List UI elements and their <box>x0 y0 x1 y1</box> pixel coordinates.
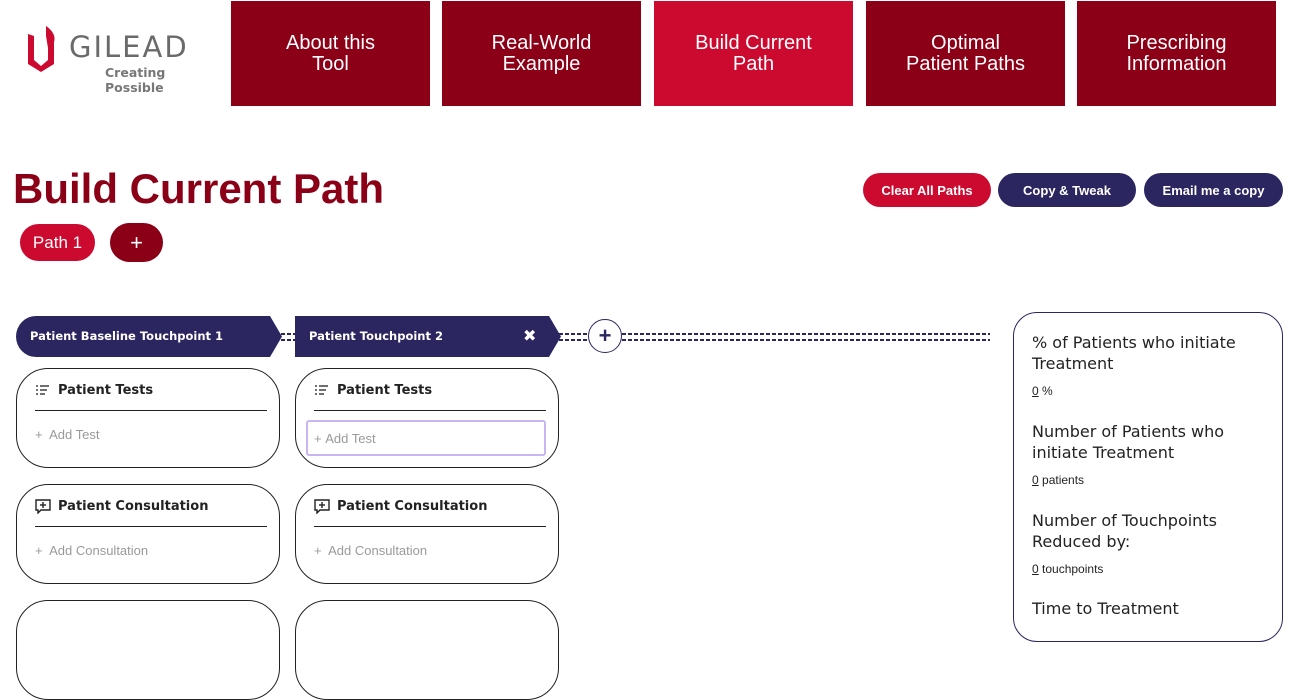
card-header: Patient Tests <box>35 383 267 411</box>
touchpoint-1-header[interactable]: Patient Baseline Touchpoint 1 <box>16 316 282 357</box>
nav-build-current-path[interactable]: Build Current Path <box>654 1 853 106</box>
close-icon[interactable]: ✖ <box>523 326 536 346</box>
gilead-logo[interactable]: GILEAD Creating Possible <box>24 26 224 95</box>
next-card-2 <box>295 600 559 700</box>
patient-tests-card-2: Patient Tests + Add Test <box>295 368 559 468</box>
stat-percent-initiate-label: % of Patients who initiate Treatment <box>1032 333 1236 373</box>
card-header: Patient Tests <box>314 383 546 411</box>
nav-prescribing-information[interactable]: Prescribing Information <box>1077 1 1276 106</box>
card-header: Patient Consultation <box>314 499 546 527</box>
add-test-label: Add Test <box>49 427 100 442</box>
clear-all-paths-button[interactable]: Clear All Paths <box>863 173 991 207</box>
add-consultation-label: Add Consultation <box>49 543 149 558</box>
stat-number-initiate-value: 0 patients <box>1032 473 1084 487</box>
stat-unit: patients <box>1042 473 1085 487</box>
card-header: Patient Consultation <box>35 499 267 527</box>
page-title: Build Current Path <box>13 165 385 212</box>
add-path-button[interactable]: + <box>110 223 163 262</box>
patient-consultation-card-2: Patient Consultation + Add Consultation <box>295 484 559 584</box>
next-card-1 <box>16 600 280 700</box>
nav-optimal-patient-paths[interactable]: Optimal Patient Paths <box>866 1 1065 106</box>
touchpoint-1-label: Patient Baseline Touchpoint 1 <box>30 329 224 343</box>
stat-unit: touchpoints <box>1042 562 1104 576</box>
add-test-label: Add Test <box>325 430 376 446</box>
stat-number: 0 <box>1032 562 1039 576</box>
stat-number-initiate-label: Number of Patients who initiate Treatmen… <box>1032 422 1225 462</box>
add-consultation-label: Add Consultation <box>328 543 428 558</box>
copy-and-tweak-button[interactable]: Copy & Tweak <box>998 173 1136 207</box>
brand-tagline: Creating Possible <box>105 65 166 95</box>
card-title: Patient Consultation <box>337 499 488 514</box>
nav-real-world-example[interactable]: Real-World Example <box>442 1 641 106</box>
plus-icon: + <box>314 543 322 558</box>
nav-about-tool[interactable]: About this Tool <box>231 1 430 106</box>
plus-icon: + <box>314 430 322 446</box>
card-title: Patient Consultation <box>58 499 209 514</box>
stat-touchpoints-reduced-value: 0 touchpoints <box>1032 562 1103 576</box>
card-title: Patient Tests <box>337 383 433 398</box>
stat-number: 0 <box>1032 473 1039 487</box>
path-tab-1[interactable]: Path 1 <box>20 224 95 261</box>
stat-time-to-treatment-label: Time to Treatment <box>1032 599 1179 618</box>
tests-list-icon <box>314 383 332 399</box>
patient-tests-card-1: Patient Tests + Add Test <box>16 368 280 468</box>
add-test-button[interactable]: + Add Test <box>35 427 99 442</box>
add-consultation-button[interactable]: + Add Consultation <box>314 543 427 558</box>
email-copy-button[interactable]: Email me a copy <box>1144 173 1283 207</box>
touchpoint-2-label: Patient Touchpoint 2 <box>309 329 443 343</box>
card-title: Patient Tests <box>58 383 154 398</box>
stat-touchpoints-reduced-label: Number of Touchpoints Reduced by: <box>1032 511 1217 551</box>
plus-icon: + <box>35 427 43 442</box>
add-test-button[interactable]: + Add Test <box>306 420 546 456</box>
tests-list-icon <box>35 383 53 399</box>
touchpoint-2-header[interactable]: Patient Touchpoint 2 ✖ <box>295 316 561 357</box>
consultation-icon <box>314 499 332 515</box>
patient-consultation-card-1: Patient Consultation + Add Consultation <box>16 484 280 584</box>
consultation-icon <box>35 499 53 515</box>
path-stats-panel: % of Patients who initiate Treatment 0 %… <box>1013 312 1283 642</box>
add-consultation-button[interactable]: + Add Consultation <box>35 543 148 558</box>
stat-number: 0 <box>1032 384 1039 398</box>
stat-unit: % <box>1042 384 1053 398</box>
brand-name: GILEAD <box>69 30 189 64</box>
add-touchpoint-button[interactable]: + <box>588 319 622 353</box>
plus-icon: + <box>35 543 43 558</box>
stat-percent-initiate-value: 0 % <box>1032 384 1053 398</box>
gilead-leaf-icon <box>28 26 55 72</box>
